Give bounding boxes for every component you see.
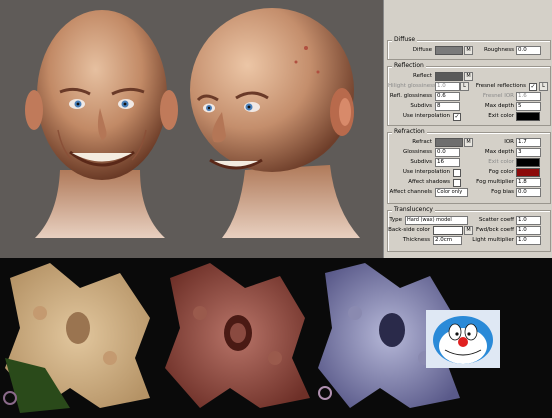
refr-use-interp-checkbox[interactable] — [453, 169, 461, 177]
refraction-group-title: Refraction — [392, 128, 427, 136]
refr-interp-row: Use interpolation Fog color — [388, 168, 550, 177]
refr-gloss-label: Glossiness — [402, 149, 432, 155]
light-mult-label: Light multiplier — [472, 237, 514, 243]
refr-max-depth-spinner[interactable]: 3 — [516, 148, 541, 157]
affect-channels-label: Affect channels — [389, 189, 433, 195]
fog-color-label: Fog color — [488, 169, 514, 175]
backside-map-button[interactable]: M — [464, 226, 473, 235]
render-image — [25, 8, 360, 238]
refraction-group: Refraction Refract M IOR 1.7 Glossiness … — [387, 128, 551, 204]
ior-spinner[interactable]: 1.7 — [516, 138, 541, 147]
subsurface-texture-map — [165, 263, 310, 408]
reflect-label: Reflect — [413, 73, 432, 79]
fog-mult-label: Fog multiplier — [476, 179, 514, 185]
translucency-group: Translucency Type Hard (wax) model Scatt… — [387, 206, 551, 252]
refr-gloss-row: Glossiness 0.0 Max depth 3 — [388, 148, 550, 157]
refr-subdivs-spinner[interactable]: 16 — [435, 158, 460, 167]
render-viewport — [0, 0, 383, 258]
fresnel-ior-spinner[interactable]: 1.6 — [516, 92, 541, 101]
diffuse-map-button[interactable]: M — [464, 46, 473, 55]
refract-map-button[interactable]: M — [464, 138, 473, 147]
thickness-row: Thickness 2.0cm Light multiplier 1.0 — [388, 236, 550, 245]
affect-shadows-row: Affect shadows Fog multiplier 1.8 — [388, 178, 550, 187]
cartoon-cat-thumbnail — [426, 310, 500, 368]
refr-subdivs-label: Subdivs — [410, 159, 432, 165]
refl-subdivs-row: Subdivs 8 Max depth 5 — [388, 102, 550, 111]
reflect-row: Reflect M — [388, 72, 550, 81]
reflection-group-title: Reflection — [392, 62, 426, 70]
scatter-coeff-spinner[interactable]: 1.0 — [516, 216, 541, 225]
texture-maps — [3, 263, 500, 413]
fresnel-checkbox[interactable]: ✓ — [529, 83, 537, 91]
refl-subdivs-label: Subdivs — [410, 103, 432, 109]
fwdbck-coeff-label: Fwd/bck coeff — [475, 227, 514, 233]
refl-max-depth-spinner[interactable]: 5 — [516, 102, 541, 111]
diffuse-group: Diffuse Diffuse M Roughness 0.0 — [387, 36, 551, 60]
refr-gloss-spinner[interactable]: 0.0 — [435, 148, 460, 157]
refr-exit-color-label: Exit color — [488, 159, 514, 165]
backside-color-swatch[interactable] — [433, 226, 463, 235]
refl-exit-color-label: Exit color — [488, 113, 514, 119]
fresnel-ior-label: Fresnel IOR — [482, 93, 514, 99]
fwdbck-coeff-spinner[interactable]: 1.0 — [516, 226, 541, 235]
diffuse-group-title: Diffuse — [392, 36, 418, 44]
refl-exit-color-swatch[interactable] — [516, 112, 540, 121]
refr-max-depth-label: Max depth — [484, 149, 514, 155]
roughness-spinner[interactable]: 0.0 — [516, 46, 541, 55]
refl-gloss-spinner[interactable]: 0.6 — [435, 92, 460, 101]
reflect-color-swatch[interactable] — [435, 72, 463, 81]
diffuse-texture-map — [3, 263, 150, 413]
diffuse-label: Diffuse — [412, 47, 432, 53]
refr-use-interp-label: Use interpolation — [402, 169, 450, 175]
translucency-group-title: Translucency — [392, 206, 435, 214]
refl-interp-row: Use interpolation ✓ Exit color — [388, 112, 550, 121]
diffuse-row: Diffuse M Roughness 0.0 — [388, 46, 550, 55]
material-settings-panel: Diffuse Diffuse M Roughness 0.0 Reflecti… — [383, 0, 552, 258]
reflect-map-button[interactable]: M — [464, 72, 473, 81]
hilight-lock-button[interactable]: L — [460, 82, 469, 91]
fresnel-label: Fresnel reflections — [475, 83, 526, 89]
refl-use-interp-checkbox[interactable]: ✓ — [453, 113, 461, 121]
thickness-label: Thickness — [402, 237, 430, 243]
scatter-coeff-label: Scatter coeff — [478, 217, 514, 223]
fog-bias-label: Fog bias — [491, 189, 514, 195]
fog-color-swatch[interactable] — [516, 168, 540, 177]
refl-gloss-label: Refl. glossiness — [389, 93, 432, 99]
hilight-gloss-spinner[interactable]: 1.0 — [435, 82, 460, 91]
refr-subdivs-row: Subdivs 16 Exit color — [388, 158, 550, 167]
translucency-type-dropdown[interactable]: Hard (wax) model — [405, 216, 468, 225]
affect-shadows-checkbox[interactable] — [453, 179, 461, 187]
roughness-label: Roughness — [483, 47, 514, 53]
backside-row: Back-side color M Fwd/bck coeff 1.0 — [388, 226, 550, 235]
head-front-render — [25, 10, 178, 238]
hilight-row: Hilight glossiness 1.0 L Fresnel reflect… — [388, 82, 550, 91]
fog-mult-spinner[interactable]: 1.8 — [516, 178, 541, 187]
texture-maps-strip — [0, 258, 552, 418]
refract-row: Refract M IOR 1.7 — [388, 138, 550, 147]
refr-exit-color-swatch[interactable] — [516, 158, 540, 167]
affect-channels-dropdown[interactable]: Color only — [435, 188, 468, 197]
hilight-gloss-label: Hilight glossiness — [388, 83, 436, 89]
refl-use-interp-label: Use interpolation — [402, 113, 450, 119]
fresnel-lock-button[interactable]: L — [539, 82, 548, 91]
refl-gloss-row: Refl. glossiness 0.6 Fresnel IOR 1.6 — [388, 92, 550, 101]
reflection-group: Reflection Reflect M Hilight glossiness … — [387, 62, 551, 126]
affect-shadows-label: Affect shadows — [408, 179, 450, 185]
refl-subdivs-spinner[interactable]: 8 — [435, 102, 460, 111]
translucency-type-row: Type Hard (wax) model Scatter coeff 1.0 — [388, 216, 550, 225]
ior-label: IOR — [504, 139, 514, 145]
backside-color-label: Back-side color — [388, 227, 430, 233]
translucency-type-label: Type — [389, 217, 402, 223]
refract-color-swatch[interactable] — [435, 138, 463, 147]
refract-label: Refract — [412, 139, 432, 145]
head-three-quarter-render — [190, 8, 360, 238]
fog-bias-spinner[interactable]: 0.0 — [516, 188, 541, 197]
diffuse-color-swatch[interactable] — [435, 46, 463, 55]
thickness-spinner[interactable]: 2.0cm — [433, 236, 462, 245]
light-mult-spinner[interactable]: 1.0 — [516, 236, 541, 245]
refl-max-depth-label: Max depth — [484, 103, 514, 109]
affect-channels-row: Affect channels Color only Fog bias 0.0 — [388, 188, 550, 197]
